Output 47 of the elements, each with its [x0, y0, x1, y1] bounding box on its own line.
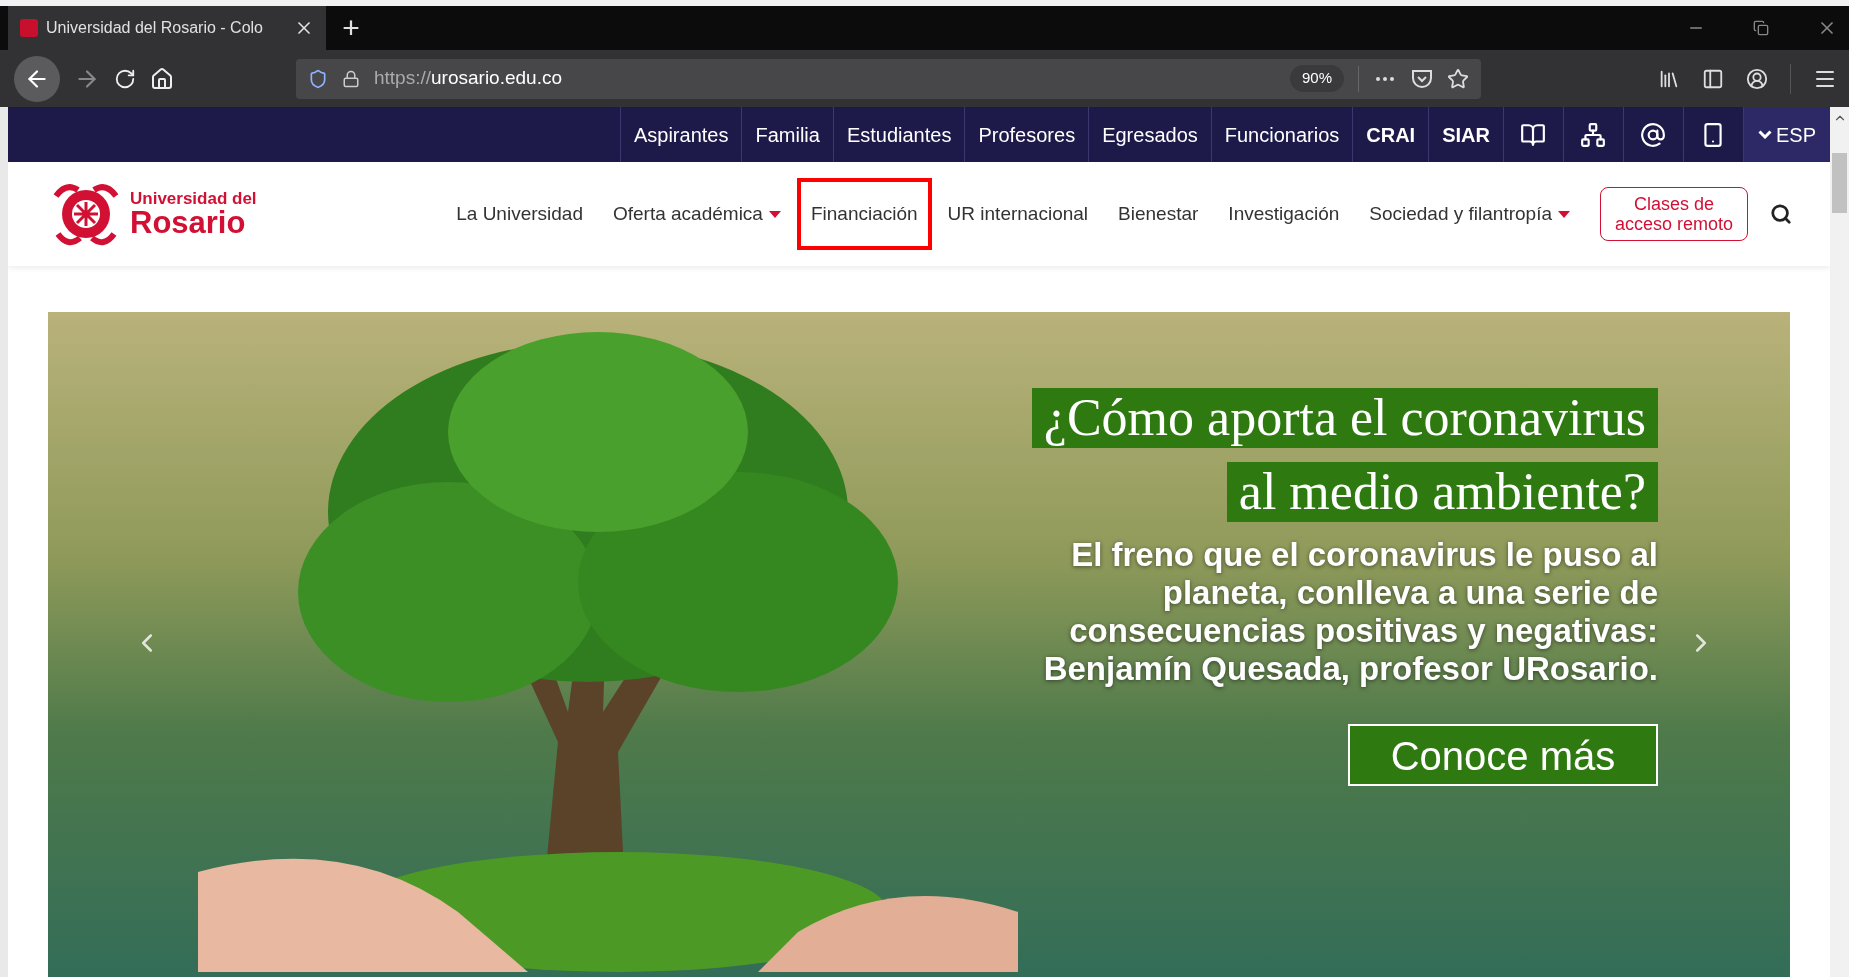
utility-link[interactable]: Estudiantes: [832, 107, 965, 162]
bookmark-star-icon[interactable]: [1447, 67, 1469, 90]
nav-link[interactable]: Oferta académica: [598, 177, 795, 251]
utility-link[interactable]: SIAR: [1428, 107, 1503, 162]
nav-link[interactable]: Investigación: [1214, 177, 1354, 251]
home-icon[interactable]: [150, 66, 174, 91]
account-icon[interactable]: [1746, 67, 1768, 90]
at-sign-icon[interactable]: [1640, 121, 1667, 148]
lock-icon: [342, 69, 360, 88]
utility-link[interactable]: Familia: [741, 107, 833, 162]
search-icon[interactable]: [1770, 203, 1792, 225]
nav-link[interactable]: Financiación: [796, 177, 932, 251]
learn-more-button[interactable]: Conoce más: [1348, 724, 1658, 786]
chevron-down-icon: [1757, 130, 1772, 139]
utility-link[interactable]: Egresados: [1088, 107, 1211, 162]
zoom-level[interactable]: 90%: [1289, 65, 1344, 92]
hero-subtitle: El freno que el coronavirus le puso al planeta, conlleva a una serie de consecuencias positivas y negativas: Benjamín Quesada, profesor URosario.: [1042, 536, 1658, 688]
language-selector[interactable]: ESP: [1742, 107, 1830, 162]
sidebar-icon[interactable]: [1702, 67, 1724, 90]
shield-icon[interactable]: [308, 68, 328, 89]
utility-link[interactable]: Funcionarios: [1210, 107, 1353, 162]
dropdown-caret-icon: [768, 210, 781, 218]
scrollbar-thumb[interactable]: [1832, 153, 1847, 213]
nav-link[interactable]: La Universidad: [442, 177, 597, 251]
reload-icon[interactable]: [114, 67, 136, 90]
utility-link[interactable]: Profesores: [964, 107, 1089, 162]
logo-text: Universidad del: [130, 190, 257, 207]
favicon-icon: [20, 19, 38, 37]
nav-link[interactable]: UR internacional: [933, 177, 1103, 251]
utility-link[interactable]: CRAI: [1352, 107, 1429, 162]
browser-tab[interactable]: Universidad del Rosario - Colo: [8, 6, 326, 50]
pocket-icon[interactable]: [1411, 68, 1433, 89]
scrollbar-track[interactable]: [1830, 107, 1849, 977]
back-icon[interactable]: [14, 55, 60, 102]
url-text: https://urosario.edu.co: [374, 66, 562, 91]
new-tab-button[interactable]: +: [326, 6, 376, 50]
logo-text: Rosario: [130, 207, 247, 238]
address-bar[interactable]: https://urosario.edu.co 90%: [296, 58, 1481, 99]
nav-link[interactable]: Sociedad y filantropía: [1355, 177, 1584, 251]
network-icon[interactable]: [1580, 121, 1607, 148]
book-icon[interactable]: [1520, 121, 1547, 148]
utility-link[interactable]: Aspirantes: [619, 107, 742, 162]
restore-icon[interactable]: [1753, 20, 1769, 36]
nav-link[interactable]: Bienestar: [1104, 177, 1213, 251]
tab-title: Universidad del Rosario - Colo: [46, 18, 263, 38]
remote-classes-button[interactable]: Clases de acceso remoto: [1600, 187, 1748, 241]
dropdown-caret-icon: [1558, 210, 1570, 218]
